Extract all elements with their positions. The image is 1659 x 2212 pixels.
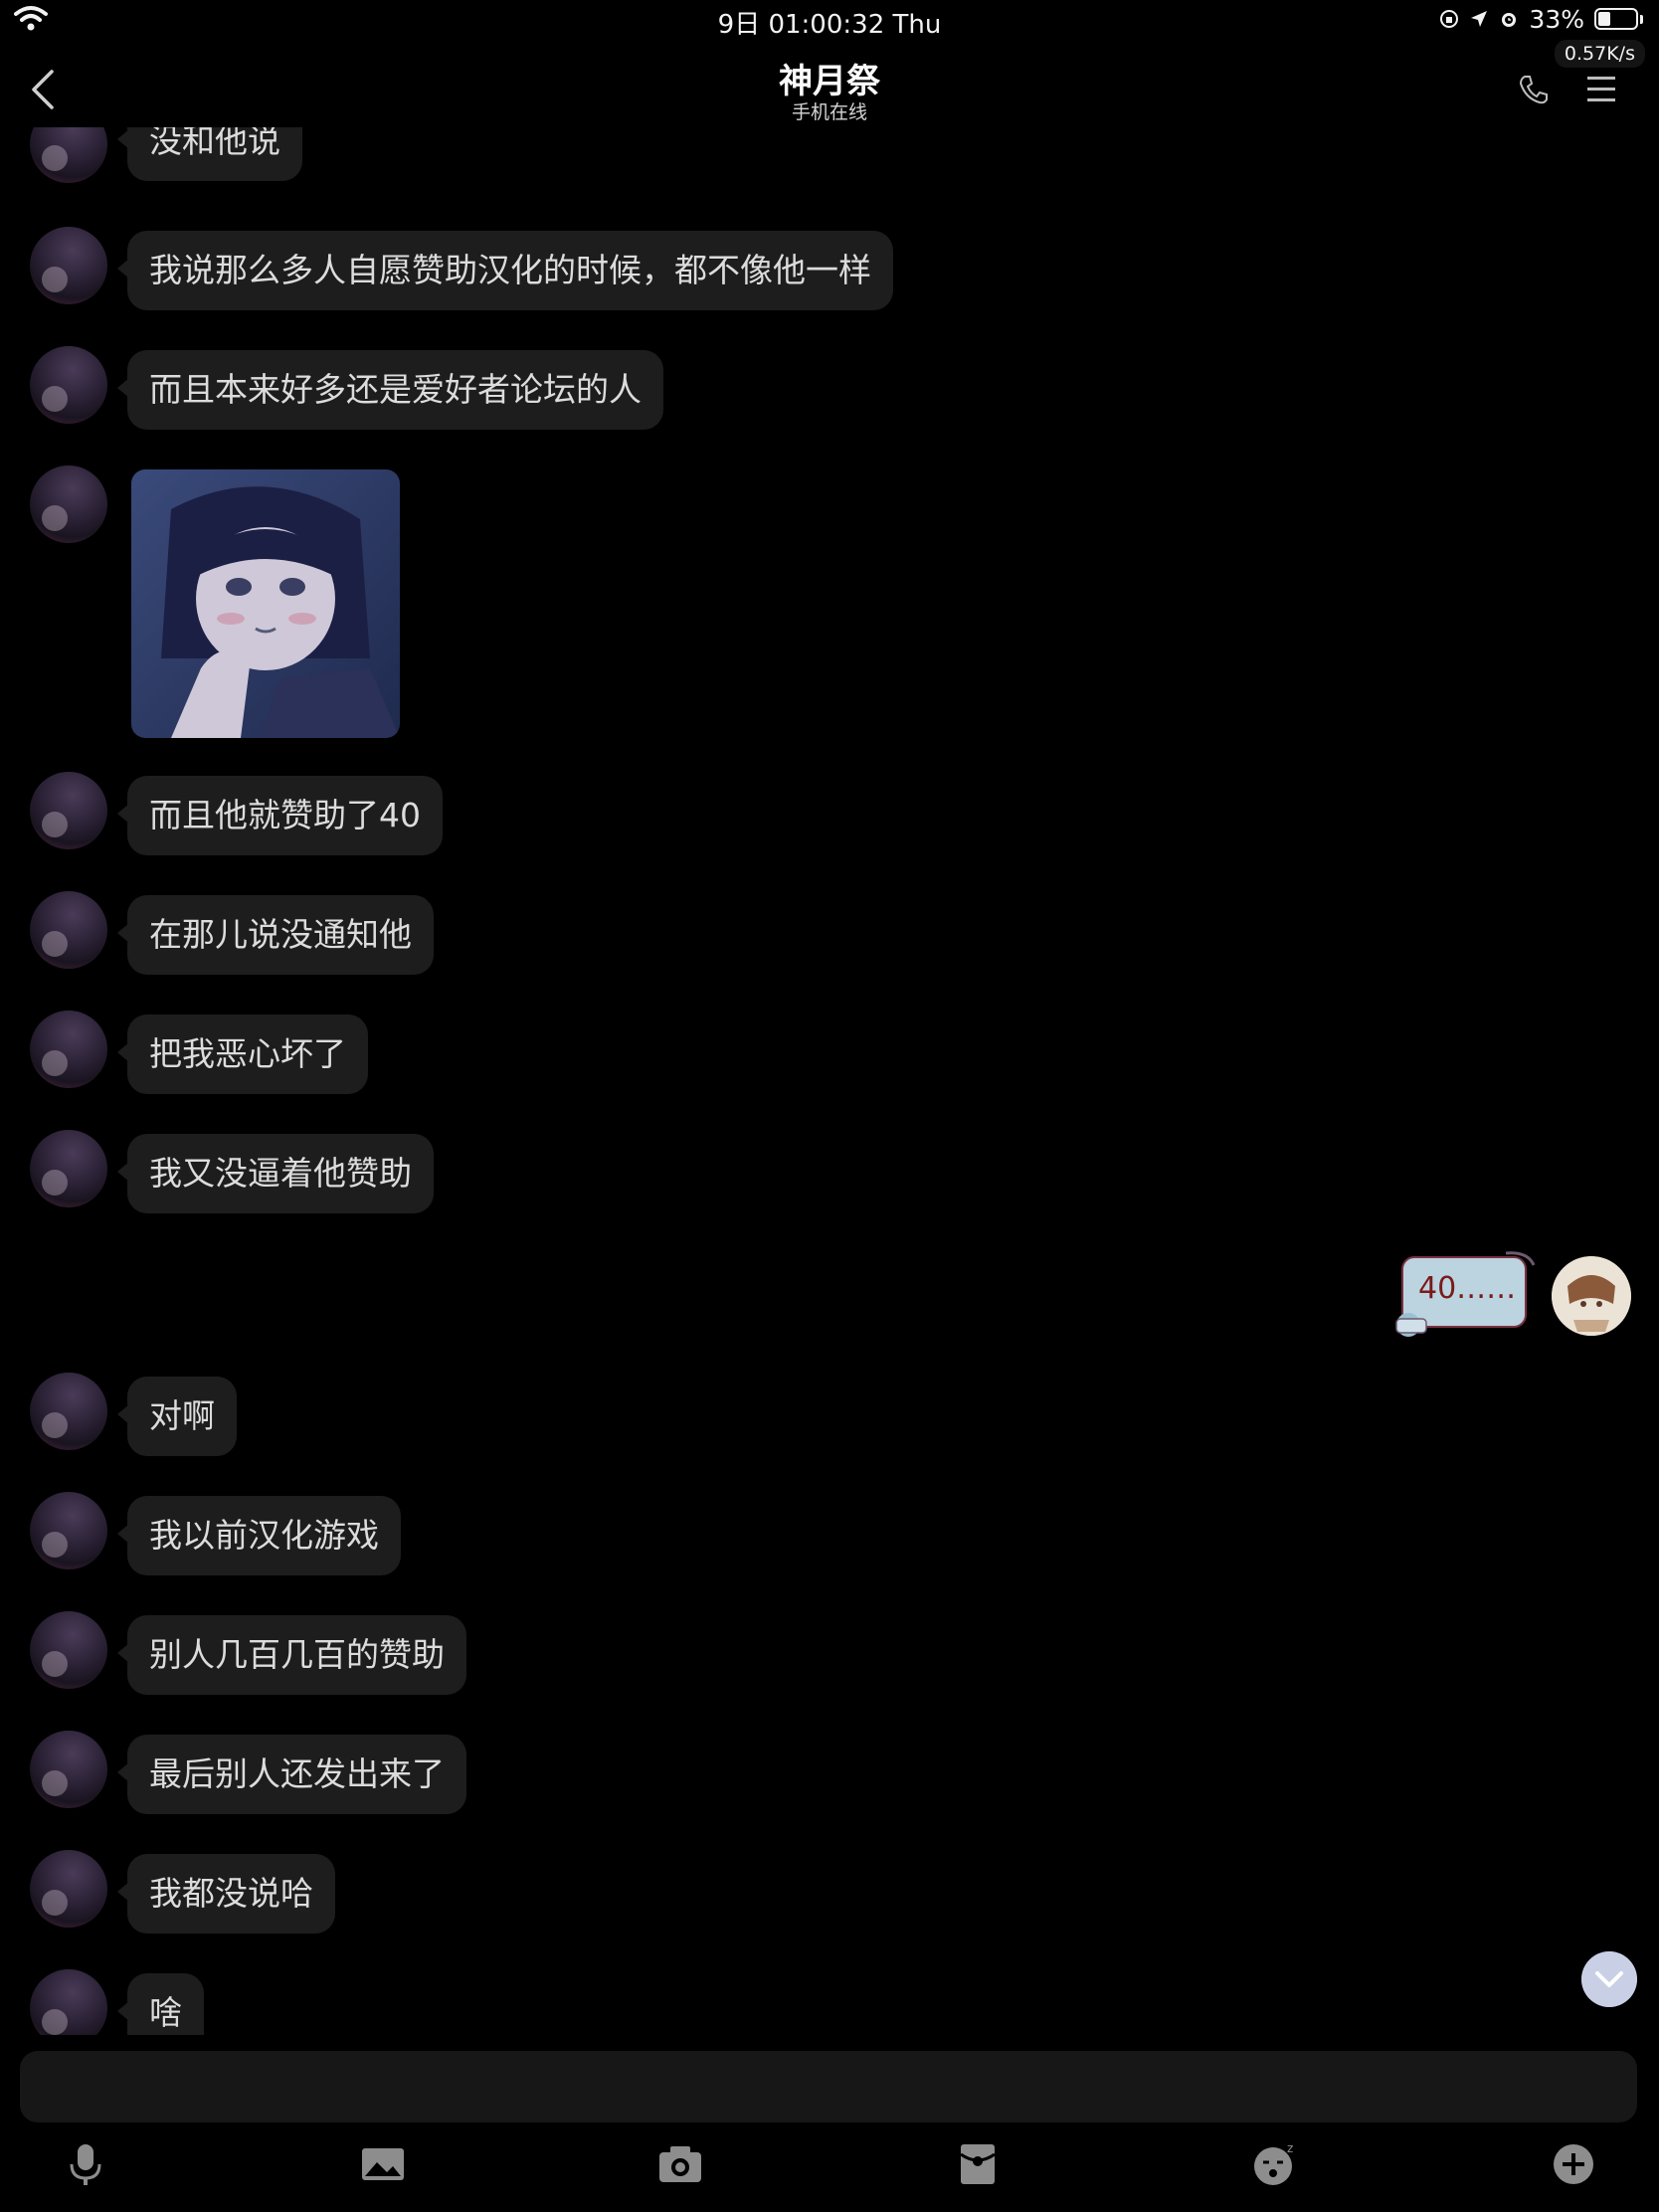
status-bar: 9日 01:00:32 Thu 33% 0.57K/s bbox=[0, 0, 1659, 68]
chat-title: 神月祭 bbox=[779, 62, 880, 101]
battery-level bbox=[1598, 12, 1610, 26]
red-packet-icon[interactable] bbox=[954, 2140, 1002, 2188]
input-toolbar: z bbox=[0, 2132, 1659, 2202]
my-avatar[interactable] bbox=[1552, 1256, 1631, 1336]
message-bubble[interactable]: 我以前汉化游戏 bbox=[117, 1496, 401, 1575]
message-bubble[interactable]: 而且本来好多还是爱好者论坛的人 bbox=[117, 350, 663, 430]
message-bubble[interactable]: 在那儿说没通知他 bbox=[117, 895, 434, 975]
message-input[interactable] bbox=[20, 2051, 1637, 2122]
message-bubble[interactable]: 我都没说哈 bbox=[117, 1854, 335, 1934]
anime-girl-image bbox=[131, 469, 400, 738]
contact-avatar[interactable] bbox=[30, 127, 107, 183]
contact-avatar[interactable] bbox=[30, 346, 107, 424]
battery-icon bbox=[1594, 8, 1638, 30]
battery-percent: 33% bbox=[1529, 4, 1584, 34]
contact-avatar[interactable] bbox=[30, 1011, 107, 1088]
emoji-icon[interactable]: z bbox=[1251, 2140, 1299, 2188]
message-bubble[interactable]: 最后别人还发出来了 bbox=[117, 1735, 466, 1814]
message-list[interactable]: 没和他说 我说那么多人自愿赞助汉化的时候，都不像他一样 而且本来好多还是爱好者论… bbox=[0, 127, 1659, 2035]
contact-avatar[interactable] bbox=[30, 1850, 107, 1928]
contact-avatar[interactable] bbox=[30, 1130, 107, 1207]
sticker-message[interactable]: 40…… bbox=[1388, 1251, 1538, 1341]
contact-avatar[interactable] bbox=[30, 465, 107, 543]
message-bubble[interactable]: 别人几百几百的赞助 bbox=[117, 1615, 466, 1695]
contact-avatar[interactable] bbox=[30, 227, 107, 304]
alarm-icon bbox=[1502, 13, 1517, 27]
avatar-image bbox=[1552, 1256, 1631, 1336]
plus-icon[interactable] bbox=[1550, 2140, 1597, 2188]
phone-icon[interactable] bbox=[1518, 74, 1550, 105]
image-message[interactable] bbox=[131, 469, 400, 738]
message-bubble[interactable]: 而且他就赞助了40 bbox=[117, 776, 443, 855]
message-bubble[interactable]: 没和他说 bbox=[117, 127, 302, 181]
svg-text:z: z bbox=[1287, 2141, 1293, 2155]
online-status: 手机在线 bbox=[791, 101, 867, 123]
sticker-text: 40…… bbox=[1418, 1271, 1517, 1306]
image-icon[interactable] bbox=[359, 2140, 407, 2188]
camera-icon[interactable] bbox=[656, 2140, 704, 2188]
contact-avatar[interactable] bbox=[30, 772, 107, 849]
contact-avatar[interactable] bbox=[30, 1969, 107, 2035]
contact-avatar[interactable] bbox=[30, 1731, 107, 1808]
contact-avatar[interactable] bbox=[30, 891, 107, 969]
scroll-to-bottom-button[interactable] bbox=[1581, 1951, 1637, 2007]
message-bubble[interactable]: 把我恶心坏了 bbox=[117, 1014, 368, 1094]
message-bubble[interactable]: 我说那么多人自愿赞助汉化的时候，都不像他一样 bbox=[117, 231, 893, 310]
contact-avatar[interactable] bbox=[30, 1611, 107, 1689]
status-indicators: 33% bbox=[1439, 4, 1643, 34]
rotation-lock-icon bbox=[1440, 10, 1459, 28]
microphone-icon[interactable] bbox=[62, 2140, 109, 2188]
message-bubble[interactable]: 对啊 bbox=[117, 1377, 237, 1456]
message-bubble[interactable]: 啥 bbox=[117, 1973, 204, 2035]
contact-avatar[interactable] bbox=[30, 1373, 107, 1450]
location-icon bbox=[1471, 11, 1488, 27]
menu-icon[interactable] bbox=[1585, 72, 1617, 105]
status-time: 9日 01:00:32 Thu bbox=[717, 10, 942, 40]
message-bubble[interactable]: 我又没逼着他赞助 bbox=[117, 1134, 434, 1213]
contact-avatar[interactable] bbox=[30, 1492, 107, 1569]
battery-cap bbox=[1640, 14, 1643, 24]
